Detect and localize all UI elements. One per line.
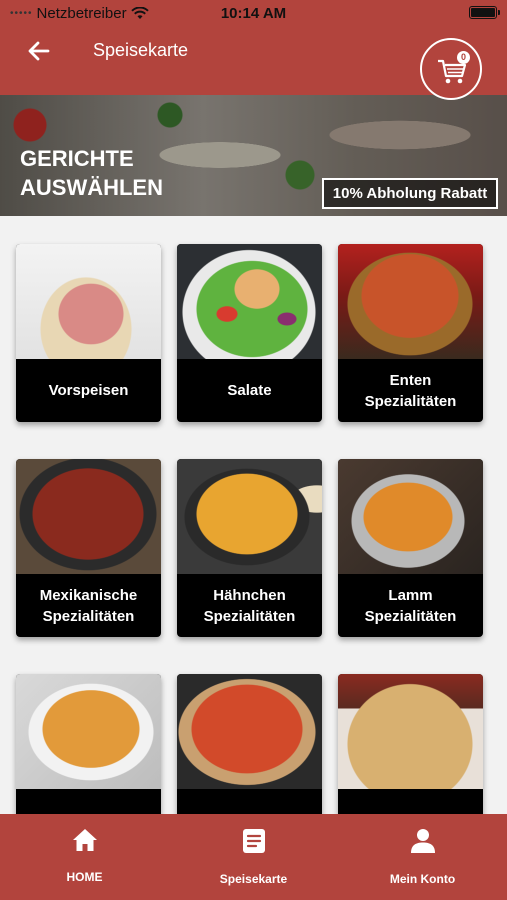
home-icon [72,829,97,851]
category-image [338,459,483,574]
category-card-pizza[interactable]: Pizza [338,674,483,814]
cart-button[interactable]: 0 [420,38,482,100]
battery-icon [469,6,500,19]
category-image [177,674,322,789]
category-image [16,459,161,574]
category-card-mexikanische[interactable]: Mexikanische [177,674,322,814]
menu-list-icon [242,829,265,853]
back-button[interactable] [24,36,54,66]
category-label: Mexikanische Spezialitäten [39,586,138,625]
category-image [16,244,161,359]
status-time: 10:14 AM [220,5,287,22]
status-bar: ••••• Netzbetreiber 10:14 AM [0,0,507,26]
user-icon [410,829,435,853]
category-card-lamm[interactable]: Lamm Spezialitäten [338,459,483,637]
category-label: Mexikanische [177,789,322,814]
category-label: Vegetarische [16,789,161,814]
nav-home[interactable]: HOME [0,814,169,900]
category-card-vegetarische[interactable]: Vegetarische [16,674,161,814]
category-image [177,459,322,574]
category-grid: Vorspeisen Salate Enten Spezialitäten Me… [0,216,507,814]
category-image [338,244,483,359]
cart-count-badge: 0 [457,51,470,64]
category-image [338,674,483,789]
nav-speisekarte[interactable]: Speisekarte [169,814,338,900]
category-label: Lamm Spezialitäten [364,586,457,625]
banner-title: GERICHTE AUSWÄHLEN [20,146,163,200]
bottom-navigation: HOME Speisekarte Mein Konto [0,814,507,900]
page-title: Speisekarte [93,40,189,60]
category-label: Enten Spezialitäten [364,371,457,410]
nav-home-label: HOME [66,870,103,884]
category-label: Hähnchen Spezialitäten [203,586,296,625]
category-card-enten[interactable]: Enten Spezialitäten [338,244,483,422]
category-image [16,674,161,789]
discount-badge: 10% Abholung Rabatt [322,178,498,209]
category-label: Salate [227,382,272,399]
category-image [177,244,322,359]
category-label: Vorspeisen [48,382,129,399]
category-card-haehnchen[interactable]: Hähnchen Spezialitäten [177,459,322,637]
category-card-vorspeisen[interactable]: Vorspeisen [16,244,161,422]
nav-mein-konto-label: Mein Konto [389,872,456,886]
nav-speisekarte-label: Speisekarte [219,872,288,886]
category-label: Pizza [338,789,483,814]
nav-mein-konto[interactable]: Mein Konto [338,814,507,900]
category-card-mexikanische-spezialitaeten[interactable]: Mexikanische Spezialitäten [16,459,161,637]
arrow-left-icon [28,41,50,61]
category-card-salate[interactable]: Salate [177,244,322,422]
